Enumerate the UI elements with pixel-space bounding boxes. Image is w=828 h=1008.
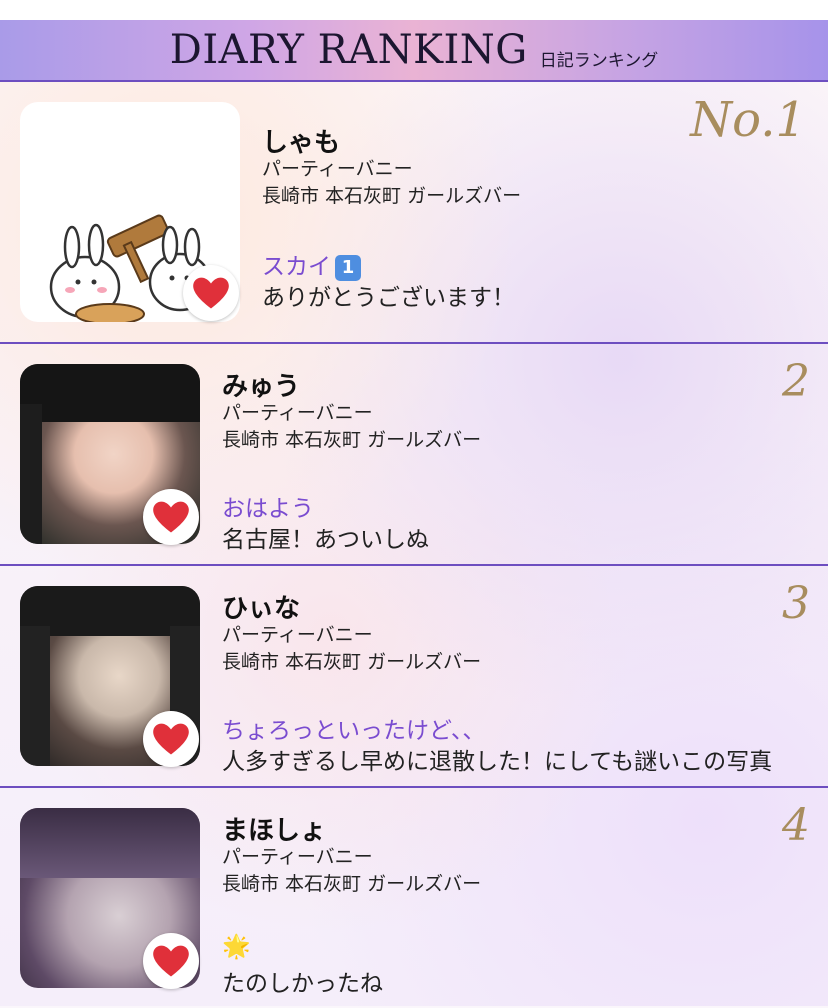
hair-shape bbox=[20, 808, 200, 878]
shop-area: 長崎市 本石灰町 ガールズバー bbox=[222, 873, 482, 895]
ranking-entry-3[interactable]: ひぃな パーティーバニー 長崎市 本石灰町 ガールズバー ちょろっといったけど、… bbox=[0, 564, 828, 786]
top-spacer bbox=[0, 0, 828, 20]
ranking-list: しゃも パーティーバニー 長崎市 本石灰町 ガールズバー スカイ 1 ありがとうご… bbox=[0, 82, 828, 1006]
diary-title[interactable]: スカイ 1 bbox=[262, 247, 361, 281]
ranking-entry-1[interactable]: しゃも パーティーバニー 長崎市 本石灰町 ガールズバー スカイ 1 ありがとうご… bbox=[0, 82, 828, 342]
diary-title[interactable]: ちょろっといったけど、、 bbox=[222, 711, 485, 745]
like-heart-button[interactable] bbox=[143, 933, 199, 989]
rank-badge: No.1 bbox=[690, 92, 806, 148]
diary-body[interactable]: たのしかったね bbox=[222, 964, 383, 998]
hair-side-shape bbox=[20, 626, 50, 766]
rank-badge: 2 bbox=[782, 356, 810, 407]
shop-name: パーティーバニー bbox=[262, 158, 413, 180]
diary-title[interactable]: 🌟 bbox=[222, 933, 251, 960]
hair-shape bbox=[20, 364, 200, 422]
ranking-entry-2[interactable]: みゅう パーティーバニー 長崎市 本石灰町 ガールズバー おはよう 名古屋！あつ… bbox=[0, 342, 828, 564]
like-heart-button[interactable] bbox=[183, 265, 239, 321]
heart-icon bbox=[153, 945, 189, 977]
diary-title-text: スカイ bbox=[262, 254, 331, 280]
rank-badge: 3 bbox=[782, 578, 810, 629]
diary-title[interactable]: おはよう bbox=[222, 489, 314, 523]
diary-body[interactable]: ありがとうございます！ bbox=[262, 278, 515, 312]
like-heart-button[interactable] bbox=[143, 711, 199, 767]
ranking-title: DIARY RANKING bbox=[169, 27, 528, 73]
heart-icon bbox=[153, 723, 189, 755]
shop-area: 長崎市 本石灰町 ガールズバー bbox=[222, 651, 482, 673]
shop-name: パーティーバニー bbox=[222, 846, 373, 868]
shop-name: パーティーバニー bbox=[222, 402, 373, 424]
diary-body[interactable]: 人多すぎるし早めに退散した！にしても謎いこの写真 bbox=[222, 742, 772, 776]
ranking-entry-4[interactable]: まほしょ パーティーバニー 長崎市 本石灰町 ガールズバー 🌟 たのしかったね … bbox=[0, 786, 828, 1008]
shop-area: 長崎市 本石灰町 ガールズバー bbox=[262, 185, 522, 207]
like-heart-button[interactable] bbox=[143, 489, 199, 545]
shop-area: 長崎市 本石灰町 ガールズバー bbox=[222, 429, 482, 451]
shop-name: パーティーバニー bbox=[222, 624, 373, 646]
ranking-header: DIARY RANKING 日記ランキング bbox=[0, 20, 828, 82]
heart-icon bbox=[193, 277, 229, 309]
hair-side-shape bbox=[20, 404, 42, 544]
rank-badge: 4 bbox=[782, 800, 810, 851]
diary-body[interactable]: 名古屋！あついしぬ bbox=[222, 520, 429, 554]
heart-icon bbox=[153, 501, 189, 533]
keycap-1-emoji: 1 bbox=[335, 254, 361, 281]
ranking-subtitle: 日記ランキング bbox=[539, 50, 659, 71]
